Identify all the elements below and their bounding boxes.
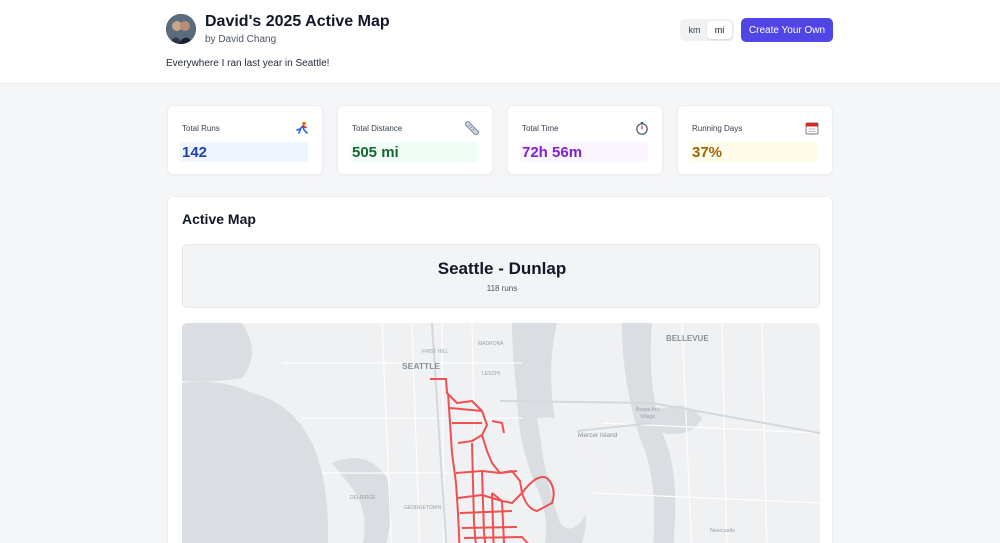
section-title: Active Map bbox=[182, 211, 256, 227]
active-map-card: Active Map Seattle - Dunlap 118 runs BEL… bbox=[167, 196, 833, 543]
map-label-madrona: MADRONA bbox=[478, 341, 504, 347]
map-label-beaux-arts: Beaux Arts bbox=[636, 407, 661, 413]
map-label-newcastle: Newcastle bbox=[710, 528, 735, 534]
stat-label: Total Time bbox=[522, 124, 559, 133]
stat-value: 505 mi bbox=[352, 144, 399, 161]
page-title: David's 2025 Active Map bbox=[205, 13, 390, 30]
region-name: Seattle - Dunlap bbox=[437, 259, 567, 278]
runner-icon bbox=[294, 120, 310, 136]
stat-card-total-time: Total Time 72h 56m bbox=[507, 105, 663, 175]
avatar bbox=[166, 14, 196, 44]
stat-card-total-distance: Total Distance 505 mi bbox=[337, 105, 493, 175]
map-label-delridge: DELRIDGE bbox=[350, 495, 376, 501]
page-header: David's 2025 Active Map by David Chang E… bbox=[0, 0, 1000, 84]
stat-label: Running Days bbox=[692, 124, 743, 133]
stat-card-total-runs: Total Runs 142 bbox=[167, 105, 323, 175]
stopwatch-icon bbox=[634, 120, 650, 136]
stat-card-running-days: Running Days 37% bbox=[677, 105, 833, 175]
unit-mi-button[interactable]: mi bbox=[707, 21, 732, 39]
stat-value: 37% bbox=[692, 144, 723, 161]
create-your-own-button[interactable]: Create Your Own bbox=[741, 18, 833, 42]
calendar-icon bbox=[804, 120, 820, 136]
map-label-leschi: LESCHI bbox=[482, 371, 500, 377]
map-label-seattle: SEATTLE bbox=[402, 361, 440, 371]
stat-label: Total Runs bbox=[182, 124, 220, 133]
map-label-first-hill: FIRST HILL bbox=[422, 349, 449, 355]
map-label-bellevue: BELLEVUE bbox=[666, 334, 709, 343]
region-header: Seattle - Dunlap 118 runs bbox=[182, 244, 820, 308]
stat-value: 142 bbox=[182, 144, 208, 161]
map-label-beaux-arts-village: Village bbox=[640, 414, 655, 420]
ruler-icon bbox=[464, 120, 480, 136]
map-label-mercer-island: Mercer Island bbox=[578, 432, 618, 439]
unit-km-button[interactable]: km bbox=[682, 21, 707, 39]
route-map[interactable]: BELLEVUE SEATTLE FIRST HILL MADRONA LESC… bbox=[182, 323, 820, 543]
map-label-georgetown: GEORGETOWN bbox=[404, 505, 442, 511]
stat-value: 72h 56m bbox=[522, 144, 583, 161]
page-description: Everywhere I ran last year in Seattle! bbox=[166, 58, 330, 69]
unit-toggle: km mi bbox=[680, 19, 734, 41]
region-run-count: 118 runs bbox=[486, 284, 518, 293]
map-canvas: BELLEVUE SEATTLE FIRST HILL MADRONA LESC… bbox=[182, 323, 820, 543]
author-byline: by David Chang bbox=[205, 34, 277, 45]
stat-label: Total Distance bbox=[352, 124, 403, 133]
